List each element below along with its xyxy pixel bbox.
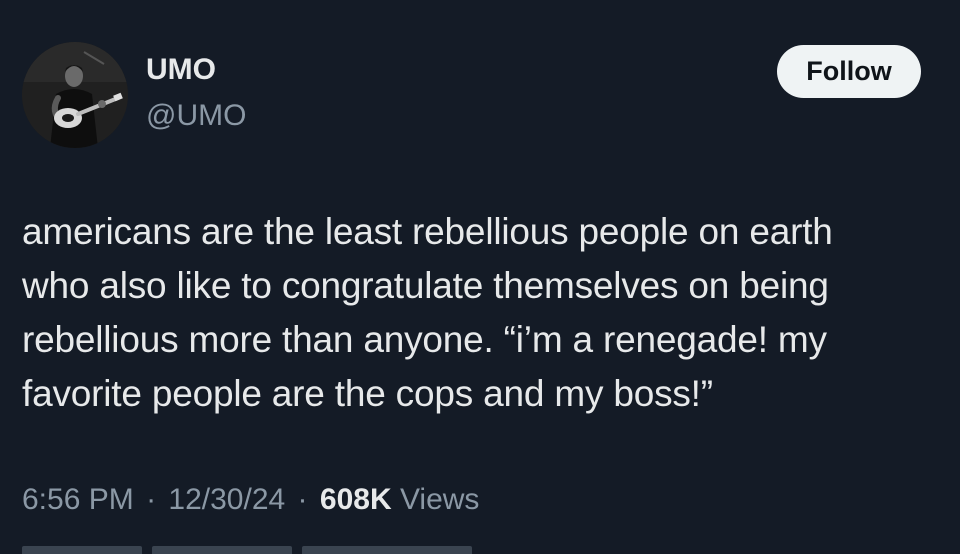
avatar[interactable] (22, 42, 128, 148)
meta-separator: · (146, 483, 157, 516)
tweet-line: favorite people are the cops and my boss… (22, 373, 713, 414)
tweet-line: americans are the least rebellious peopl… (22, 211, 833, 252)
follow-button[interactable]: Follow (777, 45, 921, 98)
tweet-meta: 6:56 PM · 12/30/24 · 608K Views (22, 478, 479, 522)
author-display-name[interactable]: UMO (146, 50, 216, 90)
avatar-image (22, 42, 128, 148)
tweet-line: who also like to congratulate themselves… (22, 265, 829, 306)
cropped-next-line (22, 546, 492, 554)
views-label: Views (399, 483, 480, 516)
author-handle[interactable]: @UMO (146, 96, 246, 136)
views-count: 608K (319, 483, 392, 516)
tweet-text: americans are the least rebellious peopl… (22, 205, 942, 421)
tweet-time[interactable]: 6:56 PM (22, 483, 134, 516)
tweet-date[interactable]: 12/30/24 (168, 483, 285, 516)
tweet-line: rebellious more than anyone. “i’m a rene… (22, 319, 827, 360)
meta-separator: · (297, 483, 308, 516)
